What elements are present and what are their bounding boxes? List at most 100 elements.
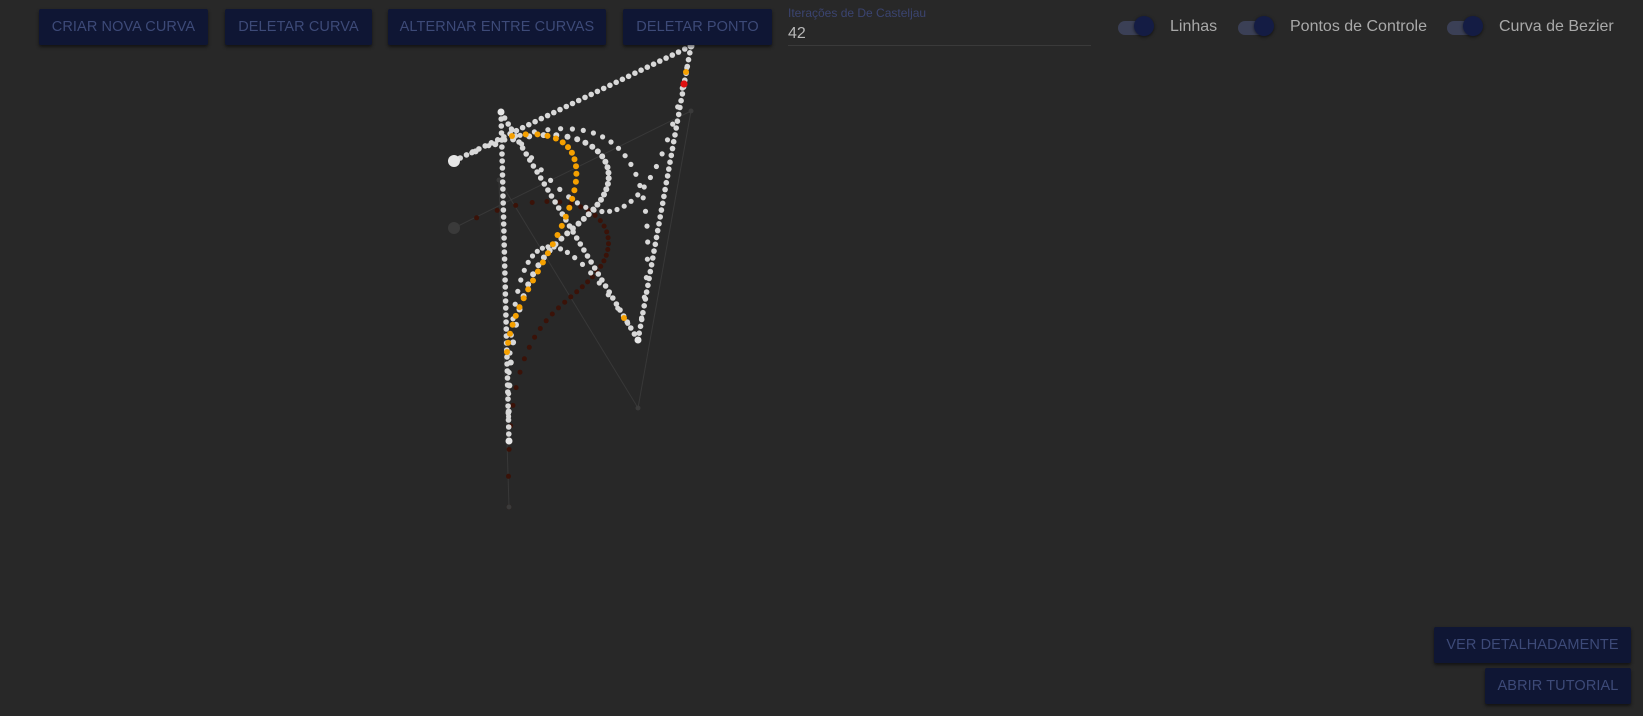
delete-curve-button[interactable]: DELETAR CURVA xyxy=(225,9,372,45)
highlighted-point xyxy=(522,131,529,138)
bezier-curve-switch[interactable] xyxy=(1447,14,1483,40)
control-line-point xyxy=(532,118,538,125)
toggle-curves-button[interactable]: ALTERNAR ENTRE CURVAS xyxy=(388,9,606,45)
control-points-label: Pontos de Controle xyxy=(1290,18,1427,35)
control-line-point xyxy=(591,265,598,271)
control-line-point xyxy=(500,186,506,192)
control-line-point xyxy=(607,82,613,89)
intermediate-point xyxy=(628,161,634,167)
intermediate-point xyxy=(590,130,597,136)
intermediate-point xyxy=(635,192,641,198)
toggle-lines: Linhas xyxy=(1118,14,1217,40)
control-line-point xyxy=(687,50,693,56)
highlighted-point xyxy=(544,250,551,257)
control-line-point xyxy=(505,424,512,430)
view-details-button[interactable]: VER DETALHADAMENTE xyxy=(1434,627,1631,663)
iterations-input[interactable] xyxy=(788,23,1091,46)
control-line-point xyxy=(654,227,661,234)
highlighted-point xyxy=(572,178,579,185)
highlighted-point xyxy=(559,139,566,146)
control-line-point xyxy=(545,187,551,193)
control-line-point xyxy=(502,298,509,304)
intermediate-point xyxy=(600,134,606,140)
inactive-curve-point xyxy=(549,311,555,317)
control-line-point xyxy=(650,255,656,261)
control-line-point xyxy=(502,270,508,276)
lines-switch[interactable] xyxy=(1118,14,1154,40)
control-line-point xyxy=(502,284,509,290)
intermediate-point xyxy=(639,315,645,321)
control-line-point xyxy=(555,205,562,211)
create-curve-button[interactable]: CRIAR NOVA CURVA xyxy=(39,9,208,45)
control-line-point xyxy=(674,118,681,124)
control-line-point xyxy=(502,291,509,297)
control-line-point xyxy=(502,277,508,283)
control-line-point xyxy=(669,145,676,152)
highlighted-point xyxy=(558,222,565,229)
inactive-curve-point xyxy=(517,369,523,375)
intermediate-point xyxy=(659,151,665,157)
intermediate-point xyxy=(614,206,620,213)
control-point xyxy=(497,108,505,116)
lines-label: Linhas xyxy=(1170,18,1218,35)
open-tutorial-button[interactable]: ABRIR TUTORIAL xyxy=(1485,668,1631,704)
drawing-canvas[interactable] xyxy=(0,0,1643,716)
control-line-point xyxy=(503,326,510,332)
control-line-point xyxy=(503,312,509,318)
highlighted-point xyxy=(544,132,551,139)
bezier-curve-label: Curva de Bezier xyxy=(1499,18,1614,35)
inactive-curve-point xyxy=(601,258,607,264)
control-line-point xyxy=(552,199,558,205)
control-line-point xyxy=(625,73,632,80)
highlighted-point xyxy=(512,312,519,319)
control-line-point xyxy=(636,330,642,337)
inactive-curve-point xyxy=(543,318,549,324)
highlighted-point xyxy=(549,241,556,248)
control-line-point xyxy=(557,106,563,113)
curve-point xyxy=(605,175,612,182)
intermediate-point xyxy=(569,126,576,132)
inactive-curve-point xyxy=(513,385,519,391)
highlighted-point xyxy=(552,135,559,142)
inactive-curve-point xyxy=(604,229,610,235)
inactive-curve-point xyxy=(592,212,598,218)
control-points-switch[interactable] xyxy=(1238,14,1274,40)
inactive-control-polygon xyxy=(453,110,692,508)
intermediate-point xyxy=(622,153,628,159)
inactive-curve-point xyxy=(513,202,519,208)
control-line-point xyxy=(500,214,507,220)
control-line-point xyxy=(500,221,507,227)
highlighted-point xyxy=(573,163,579,170)
intermediate-point xyxy=(640,195,646,201)
curve-point xyxy=(602,158,609,165)
intermediate-point xyxy=(642,208,649,214)
control-line-point xyxy=(499,151,505,157)
intermediate-point xyxy=(525,259,531,265)
intermediate-point xyxy=(519,141,525,147)
intermediate-point xyxy=(608,139,614,145)
highlighted-point xyxy=(569,195,576,202)
toggle-control-points: Pontos de Controle xyxy=(1238,14,1427,40)
inactive-curve-point xyxy=(578,204,584,210)
curve-point xyxy=(603,186,610,193)
control-point xyxy=(505,437,513,445)
intermediate-point xyxy=(591,207,597,213)
intermediate-point xyxy=(557,186,563,192)
control-line-point xyxy=(501,228,507,234)
control-line-point xyxy=(610,295,616,301)
intermediate-point xyxy=(545,244,551,250)
control-line-point xyxy=(595,271,602,277)
intermediate-point xyxy=(572,255,578,261)
intermediate-point xyxy=(534,248,540,254)
highlighted-point xyxy=(525,286,532,293)
highlighted-point xyxy=(573,170,580,177)
inactive-curve-point xyxy=(506,446,512,452)
intermediate-point xyxy=(605,292,611,298)
delete-point-button[interactable]: DELETAR PONTO xyxy=(623,9,772,45)
control-line-point xyxy=(663,55,669,61)
inactive-curve-point xyxy=(579,284,585,290)
highlighted-point xyxy=(507,330,513,337)
intermediate-point xyxy=(615,145,622,151)
control-line-point xyxy=(679,91,686,97)
curve-point xyxy=(594,148,601,155)
